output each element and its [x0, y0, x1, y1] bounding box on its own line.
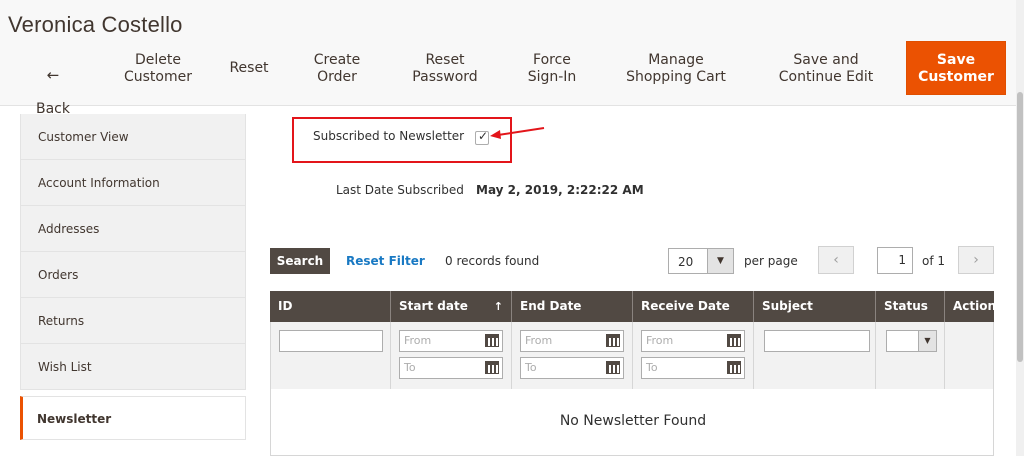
sidebar-item-wish-list[interactable]: Wish List: [20, 344, 246, 390]
sidebar-item-customer-view[interactable]: Customer View: [20, 114, 246, 160]
page-count-label: of 1: [922, 254, 946, 268]
records-found-text: 0 records found: [445, 254, 540, 268]
sidebar-item-newsletter[interactable]: Newsletter: [20, 396, 246, 440]
create-order-button[interactable]: Create Order: [302, 52, 372, 90]
last-date-subscribed-label: Last Date Subscribed: [336, 183, 464, 197]
previous-page-button[interactable]: ‹: [818, 246, 854, 274]
column-header-id[interactable]: ID: [270, 291, 391, 322]
back-arrow-icon: ←: [46, 66, 60, 84]
calendar-icon[interactable]: [485, 334, 499, 347]
empty-message: No Newsletter Found: [559, 413, 707, 429]
column-header-action: Action: [953, 299, 997, 313]
receive-date-to-placeholder: To: [646, 361, 658, 374]
reset-filter-link[interactable]: Reset Filter: [346, 254, 425, 268]
page-scrollbar[interactable]: [1016, 0, 1024, 456]
save-customer-button[interactable]: Save Customer: [906, 41, 1006, 95]
column-header-receive-date[interactable]: Receive Date: [633, 291, 754, 322]
receive-date-from-placeholder: From: [646, 334, 674, 347]
subscribed-label: Subscribed to Newsletter: [313, 129, 465, 143]
calendar-icon[interactable]: [606, 361, 620, 374]
end-date-from-placeholder: From: [525, 334, 553, 347]
page-header: Veronica Costello ← Back Delete Customer…: [0, 0, 1024, 118]
grid-header-row: ID Start date ↑ End Date Receive Date Su…: [270, 291, 997, 322]
calendar-icon[interactable]: [727, 334, 741, 347]
column-header-end-date[interactable]: End Date: [512, 291, 633, 322]
red-arrow-icon: [490, 127, 545, 139]
subscribed-checkbox[interactable]: ✓: [475, 129, 489, 145]
column-header-start-date-label: Start date: [399, 299, 468, 313]
last-date-subscribed-value: May 2, 2019, 2:22:22 AM: [476, 183, 644, 197]
sidebar-item-returns[interactable]: Returns: [20, 298, 246, 344]
start-date-from-input[interactable]: From: [399, 330, 503, 352]
customer-sidebar: Customer View Account Information Addres…: [20, 114, 246, 440]
receive-date-from-input[interactable]: From: [641, 330, 745, 352]
next-page-button[interactable]: ›: [958, 246, 994, 274]
start-date-to-placeholder: To: [404, 361, 416, 374]
id-filter-input[interactable]: [279, 330, 383, 352]
reset-password-button[interactable]: Reset Password: [406, 52, 484, 90]
status-filter-select[interactable]: ▼: [886, 330, 937, 352]
checkmark-icon: ✓: [478, 129, 489, 143]
calendar-icon[interactable]: [606, 334, 620, 347]
receive-date-to-input[interactable]: To: [641, 357, 745, 379]
end-date-to-input[interactable]: To: [520, 357, 624, 379]
subject-filter-input[interactable]: [764, 330, 870, 352]
page-title: Veronica Costello: [8, 12, 183, 37]
manage-shopping-cart-button[interactable]: Manage Shopping Cart: [620, 52, 732, 90]
start-date-from-placeholder: From: [404, 334, 432, 347]
column-header-start-date[interactable]: Start date ↑: [391, 291, 512, 322]
reset-button[interactable]: Reset: [226, 60, 272, 98]
column-header-status[interactable]: Status: [876, 291, 945, 322]
sidebar-item-orders[interactable]: Orders: [20, 252, 246, 298]
per-page-value: 20: [678, 255, 694, 269]
calendar-icon[interactable]: [485, 361, 499, 374]
column-header-subject[interactable]: Subject: [754, 291, 876, 322]
chevron-down-icon: ▼: [918, 331, 936, 351]
page-number-input[interactable]: 1: [877, 247, 913, 274]
per-page-select[interactable]: 20 ▼: [668, 248, 734, 274]
sort-ascending-icon: ↑: [493, 300, 503, 313]
scrollbar-thumb[interactable]: [1017, 92, 1023, 362]
calendar-icon[interactable]: [727, 361, 741, 374]
delete-customer-button[interactable]: Delete Customer: [118, 52, 198, 90]
chevron-down-icon: ▼: [707, 249, 733, 273]
end-date-from-input[interactable]: From: [520, 330, 624, 352]
sidebar-item-account-information[interactable]: Account Information: [20, 160, 246, 206]
search-button[interactable]: Search: [270, 248, 330, 274]
per-page-label: per page: [744, 254, 798, 268]
force-signin-button[interactable]: Force Sign-In: [520, 52, 584, 90]
start-date-to-input[interactable]: To: [399, 357, 503, 379]
grid-empty-row: No Newsletter Found: [270, 389, 994, 456]
save-and-continue-button[interactable]: Save and Continue Edit: [774, 52, 878, 90]
sidebar-item-addresses[interactable]: Addresses: [20, 206, 246, 252]
end-date-to-placeholder: To: [525, 361, 537, 374]
back-button[interactable]: ← Back: [36, 50, 70, 118]
